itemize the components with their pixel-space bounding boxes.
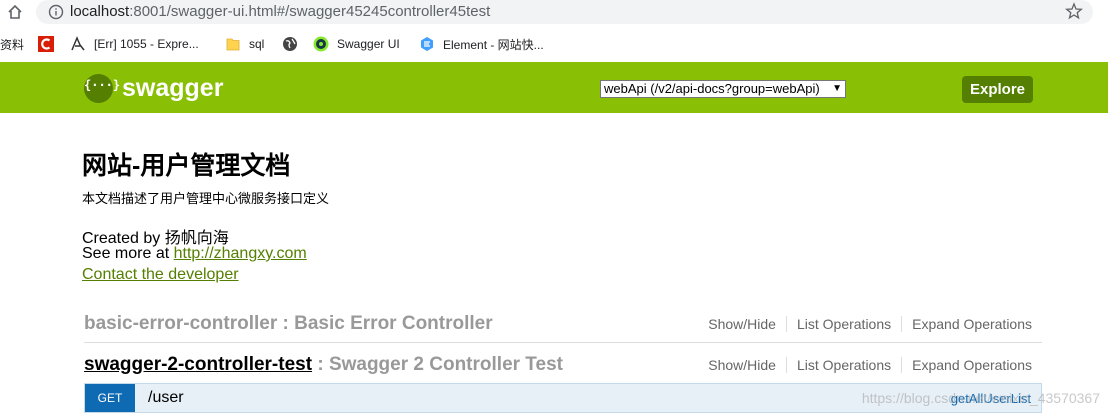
- resource-separator: :: [277, 313, 295, 334]
- swagger-brand[interactable]: swagger: [122, 73, 223, 103]
- a-logo-icon: [71, 36, 85, 51]
- bookmark-label: 资料: [0, 37, 25, 52]
- contact-line: Contact the developer: [82, 265, 239, 285]
- contact-developer-link[interactable]: Contact the developer: [82, 266, 239, 283]
- resource-description: Basic Error Controller: [294, 313, 493, 334]
- bookmark-item-ziliao[interactable]: 资料: [0, 35, 24, 53]
- url-text: localhost:8001/swagger-ui.html#/swagger4…: [70, 2, 490, 22]
- resource-operations-menu: Show/Hide List Operations Expand Operati…: [698, 357, 1032, 373]
- api-description: 本文档描述了用户管理中心微服务接口定义: [82, 191, 330, 206]
- info-icon[interactable]: [48, 4, 64, 20]
- expand-operations-link[interactable]: Expand Operations: [902, 357, 1032, 373]
- resource-description: Swagger 2 Controller Test: [328, 354, 563, 375]
- bookmark-item-globe[interactable]: [282, 35, 306, 53]
- see-more-prefix: See more at: [82, 245, 174, 262]
- dropdown-arrow-icon: ▼: [832, 83, 842, 94]
- swagger-icon: [313, 36, 329, 52]
- api-group-select[interactable]: webApi (/v2/api-docs?group=webApi) ▼: [600, 80, 846, 98]
- api-group-select-value: webApi (/v2/api-docs?group=webApi): [604, 81, 820, 96]
- bookmark-item-c[interactable]: [38, 35, 62, 53]
- see-more-link[interactable]: http://zhangxy.com: [174, 245, 307, 262]
- home-icon[interactable]: [6, 3, 24, 21]
- resource-operations-menu: Show/Hide List Operations Expand Operati…: [698, 316, 1032, 332]
- http-method-badge[interactable]: GET: [85, 384, 135, 412]
- show-hide-link[interactable]: Show/Hide: [698, 316, 787, 332]
- bookmark-item-swagger-ui[interactable]: Swagger UI: [313, 35, 400, 53]
- url-bar[interactable]: localhost:8001/swagger-ui.html#/swagger4…: [36, 0, 1093, 24]
- resource-heading: basic-error-controller : Basic Error Con…: [84, 312, 493, 336]
- bookmark-label: [Err] 1055 - Expre...: [94, 37, 199, 51]
- expand-operations-link[interactable]: Expand Operations: [902, 316, 1032, 332]
- bookmark-label: Swagger UI: [337, 37, 400, 51]
- resource-name-link[interactable]: swagger-2-controller-test: [84, 354, 312, 375]
- bookmark-item-err[interactable]: [Err] 1055 - Expre...: [70, 35, 199, 53]
- url-path: :8001/swagger-ui.html#/swagger45245contr…: [129, 3, 491, 20]
- page-title: 网站-用户管理文档: [82, 152, 291, 180]
- watermark: https://blog.csdn.net/weixin_43570367: [861, 390, 1100, 406]
- bookmark-label: Element - 网站快...: [443, 37, 544, 52]
- resource-divider: [84, 342, 1042, 343]
- swagger-header: {···} swagger webApi (/v2/api-docs?group…: [0, 62, 1108, 113]
- bookmark-label: sql: [249, 37, 265, 51]
- operation-path[interactable]: /user: [148, 388, 184, 408]
- browser-address-bar: localhost:8001/swagger-ui.html#/swagger4…: [0, 0, 1108, 26]
- swagger-logo-glyph: {···}: [84, 78, 121, 92]
- url-host: localhost: [70, 3, 130, 20]
- folder-icon: [226, 38, 240, 51]
- list-operations-link[interactable]: List Operations: [787, 357, 903, 373]
- resource-heading: swagger-2-controller-test : Swagger 2 Co…: [84, 353, 563, 377]
- element-icon: [421, 37, 433, 51]
- globe-icon: [283, 37, 297, 51]
- resource-basic-error-controller: basic-error-controller : Basic Error Con…: [84, 312, 1042, 352]
- see-more-line: See more at http://zhangxy.com: [82, 244, 307, 264]
- bookmark-star-icon[interactable]: [1065, 2, 1083, 20]
- explore-button[interactable]: Explore: [962, 76, 1033, 103]
- list-operations-link[interactable]: List Operations: [787, 316, 903, 332]
- bookmark-item-sql[interactable]: sql: [225, 35, 264, 53]
- show-hide-link[interactable]: Show/Hide: [698, 357, 787, 373]
- bookmark-item-element[interactable]: Element - 网站快...: [419, 35, 544, 53]
- bookmarks-bar: 资料 [Err] 1055 - Expre... sql Swagger UI: [0, 26, 1108, 62]
- red-c-logo-icon: [38, 36, 54, 52]
- swagger-logo-icon[interactable]: {···}: [84, 74, 121, 103]
- resource-name-link[interactable]: basic-error-controller: [84, 313, 277, 334]
- resource-separator: :: [312, 354, 329, 375]
